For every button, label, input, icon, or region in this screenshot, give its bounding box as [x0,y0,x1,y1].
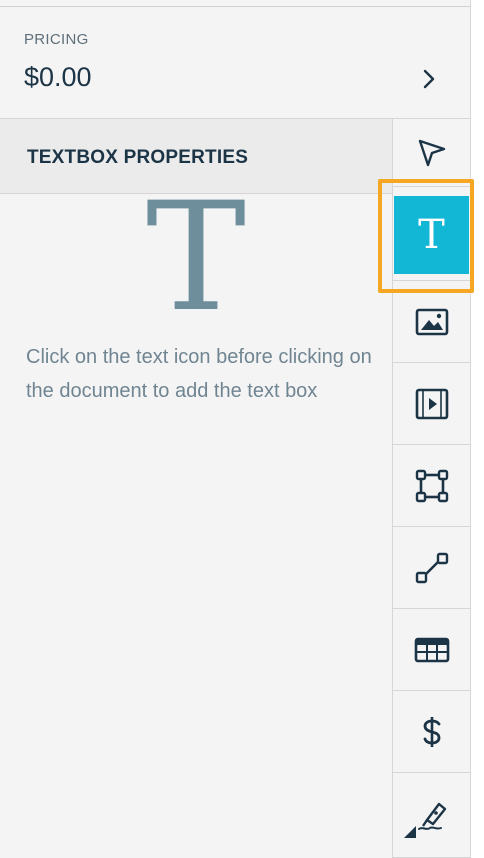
signature-pen-icon [417,802,446,830]
text-icon: T [418,212,445,258]
dollar-icon [423,716,440,747]
tool-text[interactable]: T [394,196,469,274]
tool-image[interactable] [393,281,470,363]
cursor-arrow-icon [418,139,445,166]
tool-select[interactable] [393,119,470,187]
tool-table[interactable] [393,609,470,691]
expand-corner-icon [404,826,416,838]
video-icon [415,388,448,419]
image-icon [415,308,448,335]
line-icon [415,552,448,583]
help-text: Click on the text icon before clicking o… [26,346,372,402]
tool-pricing[interactable] [393,691,470,773]
tool-line[interactable] [393,527,470,609]
section-title: TEXTBOX PROPERTIES [27,147,249,168]
text-hero-icon: T [146,171,247,345]
table-icon [414,637,449,662]
tool-video[interactable] [393,363,470,445]
shape-square-icon [415,469,448,502]
pricing-label: PRICING [24,31,89,48]
chevron-right-icon[interactable] [418,68,440,90]
tool-shape[interactable] [393,445,470,527]
top-divider [0,6,470,7]
tool-signature[interactable] [393,773,470,858]
right-edge [470,0,471,858]
pricing-value: $0.00 [24,62,92,92]
